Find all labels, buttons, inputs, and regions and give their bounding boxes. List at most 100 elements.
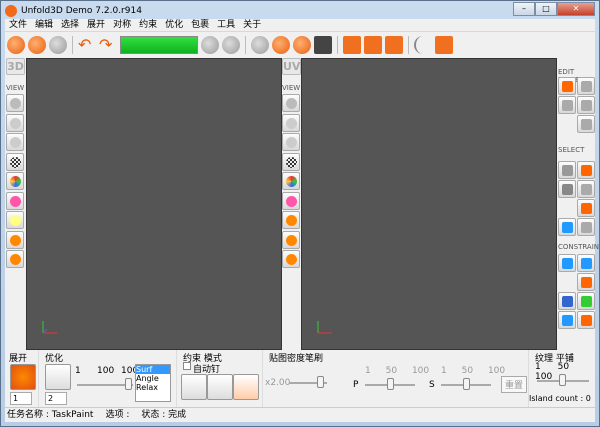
maximize-button[interactable]: □: [535, 2, 557, 16]
seams-button[interactable]: [6, 230, 24, 249]
menu-optimize[interactable]: 优化: [161, 19, 187, 31]
optimize-mode-list[interactable]: Surf Angle Relax: [135, 364, 171, 402]
uv-viewport[interactable]: [301, 58, 557, 350]
select-tool-button[interactable]: [558, 77, 576, 95]
select-face-button[interactable]: [558, 179, 576, 198]
wire-shaded-button[interactable]: [6, 133, 24, 151]
unfold-button[interactable]: [10, 364, 36, 390]
list-item[interactable]: Angle: [136, 374, 170, 383]
uv-color-checker-button[interactable]: [282, 172, 300, 190]
uv-label: UV: [282, 58, 301, 75]
stop-icon[interactable]: [293, 36, 311, 54]
status-options: 选项 :: [105, 410, 130, 420]
pin-tool-button[interactable]: [577, 115, 595, 133]
menu-unfold[interactable]: 展开: [83, 19, 109, 31]
menu-select[interactable]: 选择: [57, 19, 83, 31]
constrain-blue-button[interactable]: [558, 310, 576, 329]
select-island-button[interactable]: [577, 179, 595, 198]
open-icon[interactable]: [7, 36, 25, 54]
help-icon[interactable]: [435, 36, 453, 54]
light-button[interactable]: [6, 211, 24, 229]
close-button[interactable]: ✕: [557, 2, 595, 16]
menu-file[interactable]: 文件: [5, 19, 31, 31]
menu-tools[interactable]: 工具: [213, 19, 239, 31]
checker-icon: [10, 156, 21, 168]
tile-slider-thumb[interactable]: [559, 374, 566, 386]
cut-edge-icon: [581, 202, 592, 214]
p-slider-thumb[interactable]: [387, 378, 394, 390]
uv-wire-shaded-button[interactable]: [282, 133, 300, 151]
menu-constrain[interactable]: 约束: [135, 19, 161, 31]
uv-checker-button[interactable]: [282, 152, 300, 171]
uv-wireframe-button[interactable]: [282, 113, 300, 132]
split-edge-button[interactable]: [577, 217, 595, 236]
list-item[interactable]: Surf: [136, 365, 170, 374]
constrain-pin-add-button[interactable]: [577, 253, 595, 272]
move-tool-button[interactable]: [577, 77, 595, 95]
scale-tool-button[interactable]: [577, 96, 595, 114]
rotate-tool-icon: [562, 100, 573, 111]
pack-icon[interactable]: [343, 36, 361, 54]
pack-help-icon[interactable]: [385, 36, 403, 54]
snapshot-icon[interactable]: [314, 36, 332, 54]
redo-icon[interactable]: ↷: [99, 36, 117, 54]
select-vertex-button[interactable]: [558, 160, 576, 179]
auto-pin-checkbox[interactable]: [183, 362, 191, 370]
constrain-pin-remove-button[interactable]: [577, 272, 595, 291]
list-item[interactable]: Relax: [136, 383, 170, 392]
rotate-tool-button[interactable]: [558, 96, 576, 114]
load-icon[interactable]: [28, 36, 46, 54]
gear-icon[interactable]: [181, 374, 207, 400]
color-checker-button[interactable]: [6, 172, 24, 190]
wire-shaded-icon: [10, 137, 21, 148]
gear-icon[interactable]: [207, 374, 233, 400]
optimize-iterations-stepper[interactable]: 2: [45, 392, 67, 405]
wireframe-button[interactable]: [6, 113, 24, 132]
s-slider-thumb[interactable]: [463, 378, 470, 390]
reset-button[interactable]: 重置: [501, 376, 528, 393]
optimize-button[interactable]: [45, 364, 71, 390]
select-edge-button[interactable]: [577, 160, 595, 179]
uv-texture-button[interactable]: [282, 191, 300, 210]
uv-shaded-button[interactable]: [282, 94, 300, 112]
weld-edge-icon: [562, 221, 573, 233]
islands-button[interactable]: [6, 250, 24, 268]
menu-bar: 文件 编辑 选择 展开 对称 约束 优化 包裹 工具 关于: [5, 19, 595, 32]
uv-texture-icon: [286, 195, 297, 207]
uv-seams-button[interactable]: [282, 211, 300, 229]
uv-grid-button[interactable]: [282, 250, 300, 268]
pack-add-icon[interactable]: [364, 36, 382, 54]
reset-view-icon[interactable]: [222, 36, 240, 54]
optimize-slider-thumb[interactable]: [125, 378, 132, 390]
uv-islands-button[interactable]: [282, 230, 300, 249]
menu-symmetry[interactable]: 对称: [109, 19, 135, 31]
constrain-vertical-button[interactable]: [577, 291, 595, 310]
camera-icon[interactable]: [201, 36, 219, 54]
checker-button[interactable]: [6, 152, 24, 171]
gear-icon[interactable]: [233, 374, 259, 400]
unfold-icon[interactable]: [272, 36, 290, 54]
select-vertex-icon: [562, 164, 573, 176]
menu-edit[interactable]: 编辑: [31, 19, 57, 31]
tick: 100: [97, 366, 115, 376]
pin-tool-icon: [581, 119, 592, 130]
unfold-iterations-stepper[interactable]: 1: [10, 392, 32, 405]
menu-about[interactable]: 关于: [239, 19, 265, 31]
status-state: 状态 : 完成: [141, 410, 187, 420]
menu-pack[interactable]: 包裹: [187, 19, 213, 31]
constrain-orange-button[interactable]: [577, 310, 595, 329]
density-slider-thumb[interactable]: [317, 376, 324, 388]
constrain-horizontal-button[interactable]: [558, 291, 576, 310]
weld-edge-button[interactable]: [558, 217, 576, 236]
rotate-icon[interactable]: [251, 36, 269, 54]
cut-edge-button[interactable]: [577, 198, 595, 217]
mirror-icon[interactable]: [414, 36, 432, 54]
minimize-button[interactable]: –: [513, 2, 535, 16]
save-icon[interactable]: [49, 36, 67, 54]
texture-button[interactable]: [6, 191, 24, 210]
constrain-pin-icon: [562, 257, 573, 269]
constrain-pin-button[interactable]: [558, 253, 576, 272]
shaded-button[interactable]: [6, 94, 24, 112]
undo-icon[interactable]: ↶: [78, 36, 96, 54]
3d-viewport[interactable]: [26, 58, 282, 350]
